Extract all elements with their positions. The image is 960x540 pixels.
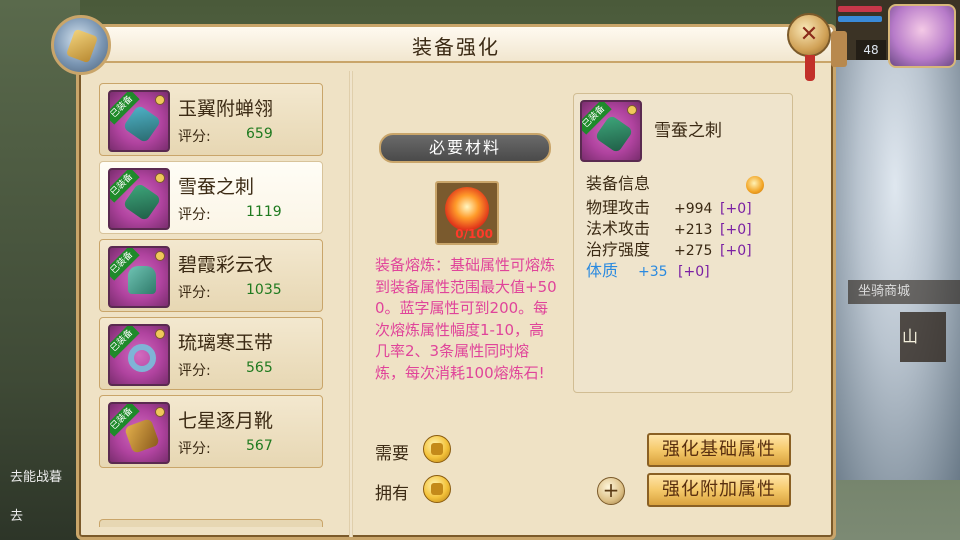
add-currency-button[interactable]: +	[597, 477, 625, 505]
coin-icon	[423, 475, 451, 503]
shield-emblem-icon	[51, 15, 111, 75]
belt-icon: 已装备	[108, 324, 170, 386]
lock-icon	[155, 95, 165, 105]
item-name: 碧霞彩云衣	[178, 254, 274, 276]
material-slot[interactable]: 0/100	[435, 181, 499, 245]
score-label: 评分:	[178, 285, 211, 301]
item-name: 玉翼附蝉翎	[178, 98, 274, 120]
lock-icon	[155, 251, 165, 261]
list-item[interactable]: 已装备 七星逐月靴 评分: 567	[99, 395, 323, 468]
equipment-enhance-window: 装备强化 ✕ 已装备 玉翼附蝉翎 评分: 659 已装备 雪蚕之刺 评分: 11…	[51, 13, 847, 540]
item-name: 七星逐月靴	[178, 410, 274, 432]
stat-bonus: [+0]	[720, 243, 752, 259]
stat-bonus: [+0]	[678, 264, 710, 280]
list-item-partial[interactable]	[99, 519, 323, 527]
equipment-list[interactable]: 已装备 玉翼附蝉翎 评分: 659 已装备 雪蚕之刺 评分: 1119 已装备 …	[99, 83, 331, 529]
item-name: 琉璃寒玉带	[178, 332, 274, 354]
hp-bar	[838, 6, 882, 12]
score-value: 1035	[246, 282, 282, 298]
close-button[interactable]: ✕	[787, 13, 831, 57]
required-materials-header: 必要材料	[379, 133, 551, 163]
panel-divider	[349, 71, 353, 537]
world-left-scene	[0, 0, 80, 540]
lock-icon	[155, 329, 165, 339]
player-level: 48	[856, 40, 886, 60]
dagger-icon: 已装备	[580, 100, 642, 162]
score-value: 659	[246, 126, 273, 142]
smelting-description: 装备熔炼：基础属性可熔炼到装备属性范围最大值+500。蓝字属性可到200。每次熔…	[375, 256, 557, 382]
info-heading: 装备信息	[586, 174, 651, 193]
lock-icon	[155, 173, 165, 183]
mp-bar	[838, 16, 882, 22]
boots-icon: 已装备	[108, 402, 170, 464]
list-item[interactable]: 已装备 碧霞彩云衣 评分: 1035	[99, 239, 323, 312]
score-value: 567	[246, 438, 273, 454]
need-label: 需要	[375, 444, 409, 464]
title-bar: 装备强化	[79, 27, 833, 63]
player-avatar[interactable]	[888, 4, 956, 68]
world-left-label: 去能战暮	[10, 470, 63, 485]
window-title: 装备强化	[412, 35, 500, 59]
score-label: 评分:	[178, 129, 211, 145]
score-value: 565	[246, 360, 273, 376]
world-left-label-2: 去	[10, 509, 24, 524]
score-label: 评分:	[178, 441, 211, 457]
stat-label: 体质	[586, 261, 619, 280]
world-snow-scene	[830, 60, 960, 480]
item-name: 雪蚕之刺	[178, 176, 255, 198]
score-label: 评分:	[178, 363, 211, 379]
scroll-end-right	[831, 31, 847, 67]
own-label: 拥有	[375, 484, 409, 504]
list-item[interactable]: 已装备 琉璃寒玉带 评分: 565	[99, 317, 323, 390]
enhance-extra-button[interactable]: 强化附加属性	[647, 473, 791, 507]
dagger-icon: 已装备	[108, 168, 170, 230]
score-value: 1119	[246, 204, 282, 220]
enhance-base-button[interactable]: 强化基础属性	[647, 433, 791, 467]
equipment-info-panel: 已装备 雪蚕之刺 装备信息 物理攻击 +994 [+0] 法术攻击 +213 [+0] …	[573, 93, 793, 393]
coin-icon	[423, 435, 451, 463]
robe-icon: 已装备	[108, 246, 170, 308]
stat-value: +35	[638, 264, 668, 280]
material-count: 0/100	[455, 227, 493, 241]
list-item[interactable]: 已装备 玉翼附蝉翎 评分: 659	[99, 83, 323, 156]
map-location-box[interactable]: 山	[900, 312, 946, 362]
list-item-selected[interactable]: 已装备 雪蚕之刺 评分: 1119	[99, 161, 323, 234]
mount-shop-banner[interactable]: 坐骑商城	[848, 280, 960, 304]
close-tassel	[805, 55, 815, 81]
smelting-stone-icon	[445, 187, 489, 231]
lock-icon	[155, 407, 165, 417]
score-label: 评分:	[178, 207, 211, 223]
gem-icon[interactable]	[746, 176, 764, 194]
info-item-name: 雪蚕之刺	[654, 121, 722, 141]
lock-icon	[627, 105, 637, 115]
wing-icon: 已装备	[108, 90, 170, 152]
special-stat-row: 体质 +35 [+0]	[586, 257, 710, 281]
